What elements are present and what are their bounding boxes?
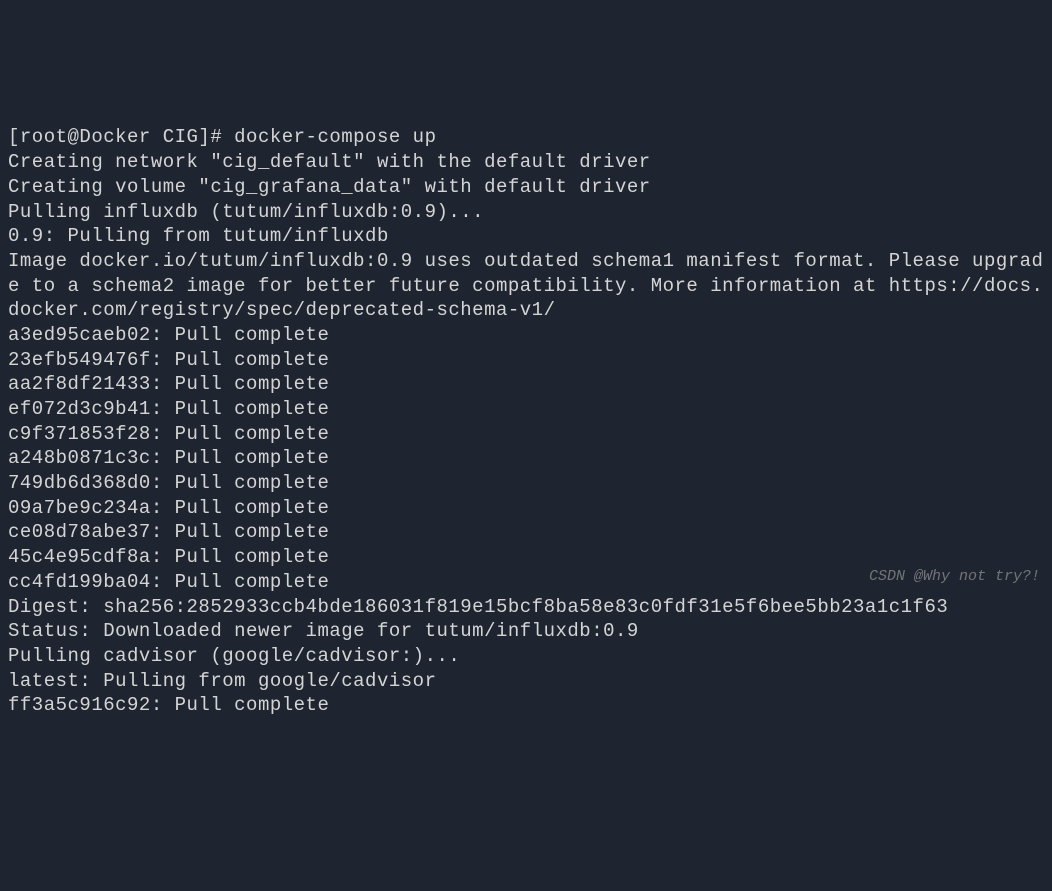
terminal-line: ce08d78abe37: Pull complete xyxy=(8,521,329,543)
terminal-line: c9f371853f28: Pull complete xyxy=(8,423,329,445)
terminal-line: Image docker.io/tutum/influxdb:0.9 uses … xyxy=(8,250,1043,321)
terminal-line: Digest: sha256:2852933ccb4bde186031f819e… xyxy=(8,596,948,618)
terminal-line: aa2f8df21433: Pull complete xyxy=(8,373,329,395)
terminal-line: a3ed95caeb02: Pull complete xyxy=(8,324,329,346)
terminal-line: 0.9: Pulling from tutum/influxdb xyxy=(8,225,389,247)
terminal-line: Creating volume "cig_grafana_data" with … xyxy=(8,176,651,198)
terminal-line: 09a7be9c234a: Pull complete xyxy=(8,497,329,519)
terminal-line: Pulling cadvisor (google/cadvisor:)... xyxy=(8,645,460,667)
terminal-prompt-line: [root@Docker CIG]# docker-compose up xyxy=(8,126,436,148)
terminal-line: Pulling influxdb (tutum/influxdb:0.9)... xyxy=(8,201,484,223)
terminal-line: 23efb549476f: Pull complete xyxy=(8,349,329,371)
terminal-line: Status: Downloaded newer image for tutum… xyxy=(8,620,639,642)
terminal-line: latest: Pulling from google/cadvisor xyxy=(8,670,436,692)
terminal-line: 749db6d368d0: Pull complete xyxy=(8,472,329,494)
terminal-line: cc4fd199ba04: Pull complete xyxy=(8,571,329,593)
watermark-text: CSDN @Why not try?! xyxy=(869,567,1040,587)
terminal-line: ff3a5c916c92: Pull complete xyxy=(8,694,329,716)
terminal-line: Creating network "cig_default" with the … xyxy=(8,151,651,173)
terminal-line: ef072d3c9b41: Pull complete xyxy=(8,398,329,420)
terminal-output: [root@Docker CIG]# docker-compose up Cre… xyxy=(8,101,1044,718)
terminal-line: a248b0871c3c: Pull complete xyxy=(8,447,329,469)
terminal-line: 45c4e95cdf8a: Pull complete xyxy=(8,546,329,568)
